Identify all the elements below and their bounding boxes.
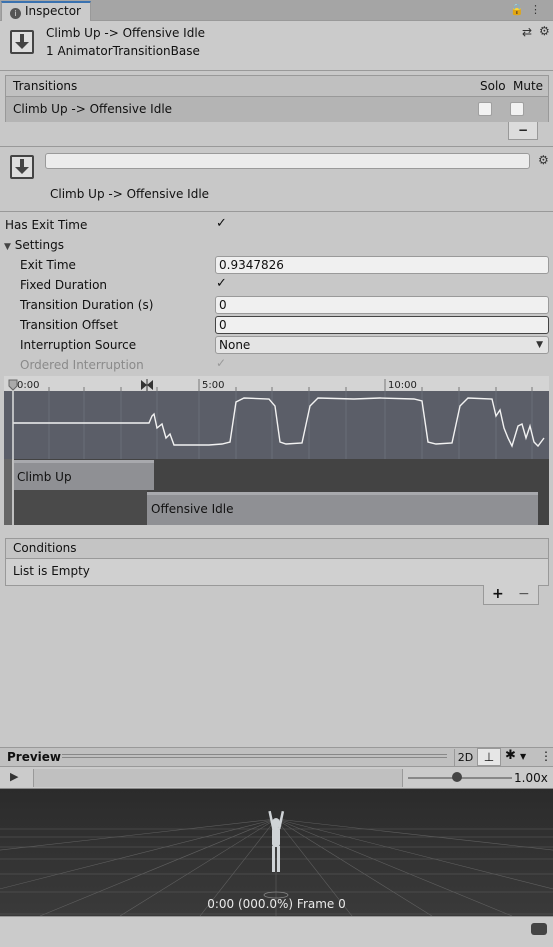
exit-time-label: Exit Time xyxy=(20,258,76,272)
transition-row-label: Climb Up -> Offensive Idle xyxy=(13,102,173,116)
divider xyxy=(0,146,553,147)
conditions-header: Conditions xyxy=(6,539,548,559)
mute-column: Mute xyxy=(513,79,544,93)
toggle-2d-button[interactable]: 2D xyxy=(454,749,476,766)
transition-timeline[interactable]: 0:00 5:00 10:00 Climb Up Offensive Idle xyxy=(4,376,549,525)
preview-playbar: ▶ 1.00x xyxy=(0,767,553,789)
timeline-ruler xyxy=(4,376,549,391)
tab-inspector[interactable]: i Inspector xyxy=(1,1,91,21)
remove-transition-button[interactable]: − xyxy=(508,122,538,140)
transition-icon-2 xyxy=(10,155,34,179)
play-icon[interactable]: ▶ xyxy=(10,770,18,783)
track-offensive-idle-label: Offensive Idle xyxy=(151,502,233,516)
track-climb-up-label: Climb Up xyxy=(17,470,72,484)
preview-viewport[interactable]: 0:00 (000.0%) Frame 0 xyxy=(0,789,553,916)
transition-name-field[interactable] xyxy=(45,153,530,169)
speed-value: 1.00x xyxy=(514,771,548,785)
preset-icon[interactable]: ⇄ xyxy=(522,25,532,39)
mute-checkbox[interactable] xyxy=(510,102,524,116)
tick-5: 5:00 xyxy=(202,380,224,391)
solo-column: Solo xyxy=(480,79,506,93)
divider-2 xyxy=(0,211,553,212)
foldout-arrow-icon: ▼ xyxy=(4,242,11,252)
tab-label: Inspector xyxy=(25,4,81,18)
avatar-dropdown-icon[interactable]: ▼ xyxy=(520,752,526,761)
speed-slider-thumb[interactable] xyxy=(452,772,462,782)
transitions-list: Transitions Solo Mute Climb Up -> Offens… xyxy=(5,75,549,122)
settings-label: Settings xyxy=(14,238,64,252)
dropdown-arrow-icon: ▼ xyxy=(536,340,543,350)
curve-area xyxy=(4,391,549,459)
scrub-bar[interactable] xyxy=(33,769,403,787)
tick-10: 10:00 xyxy=(388,380,417,391)
pivot-icon[interactable]: ⊥ xyxy=(477,748,501,766)
interruption-source-dropdown[interactable]: None ▼ xyxy=(215,336,549,354)
solo-checkbox[interactable] xyxy=(478,102,492,116)
remove-condition-button[interactable]: − xyxy=(518,586,530,602)
interruption-source-label: Interruption Source xyxy=(20,338,137,352)
header-title: Climb Up -> Offensive Idle xyxy=(46,26,206,40)
track-climb-up[interactable]: Climb Up xyxy=(14,460,154,490)
gear-icon-2[interactable]: ⚙ xyxy=(538,153,549,167)
label-tag-icon[interactable] xyxy=(531,923,547,935)
has-exit-time-checkbox[interactable]: ✓ xyxy=(216,216,227,231)
transition-duration-input[interactable]: 0 xyxy=(215,296,549,314)
info-icon: i xyxy=(10,8,21,19)
transition-icon xyxy=(10,30,34,54)
transition-label: Climb Up -> Offensive Idle xyxy=(50,187,210,201)
interruption-source-value: None xyxy=(219,338,251,352)
conditions-empty: List is Empty xyxy=(13,564,90,578)
has-exit-time-label: Has Exit Time xyxy=(5,218,88,232)
preview-menu-icon[interactable]: ⋮ xyxy=(540,749,552,763)
fixed-duration-checkbox[interactable]: ✓ xyxy=(216,276,227,291)
settings-foldout[interactable]: ▼ Settings xyxy=(4,236,64,256)
exit-time-input[interactable]: 0.9347826 xyxy=(215,256,549,274)
ordered-interruption-checkbox: ✓ xyxy=(216,356,227,370)
avatar-select-icon[interactable]: ✱ xyxy=(505,748,516,763)
transition-offset-label: Transition Offset xyxy=(20,318,118,332)
conditions-buttons: + − xyxy=(483,585,539,605)
kebab-menu-icon[interactable]: ⋮ xyxy=(530,3,547,16)
footer-bar xyxy=(0,916,553,947)
transitions-header-label: Transitions xyxy=(13,79,78,93)
transition-duration-label: Transition Duration (s) xyxy=(20,298,154,312)
header-subtitle: 1 AnimatorTransitionBase xyxy=(46,44,200,58)
preview-toolbar: Preview 2D ⊥ ✱ ▼ ⋮ xyxy=(0,747,553,767)
conditions-list: Conditions List is Empty xyxy=(5,538,549,586)
track-offensive-idle[interactable]: Offensive Idle xyxy=(147,492,538,525)
transition-row[interactable]: Climb Up -> Offensive Idle xyxy=(6,97,548,122)
tab-actions: 🔒⋮ xyxy=(510,3,547,16)
transition-offset-input[interactable]: 0 xyxy=(215,316,549,334)
tab-bar: i Inspector 🔒⋮ xyxy=(0,0,553,21)
inspector-header: Climb Up -> Offensive Idle 1 AnimatorTra… xyxy=(0,21,553,71)
gear-icon[interactable]: ⚙ xyxy=(539,24,550,38)
lock-icon[interactable]: 🔒 xyxy=(510,3,530,16)
transitions-header: Transitions Solo Mute xyxy=(6,76,548,97)
ordered-interruption-label: Ordered Interruption xyxy=(20,358,144,372)
fixed-duration-label: Fixed Duration xyxy=(20,278,108,292)
preview-status: 0:00 (000.0%) Frame 0 xyxy=(207,897,346,911)
tick-0: 0:00 xyxy=(17,380,39,391)
add-condition-button[interactable]: + xyxy=(492,586,504,602)
preview-title: Preview xyxy=(7,750,62,764)
